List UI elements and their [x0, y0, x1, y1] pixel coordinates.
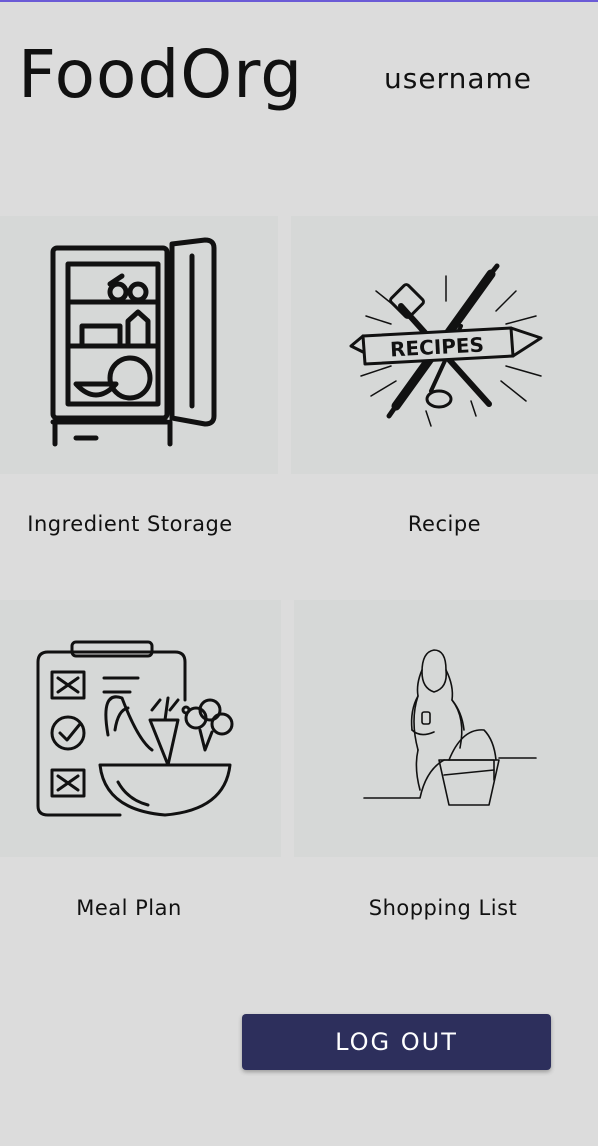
recipes-icon: RECIPES	[349, 263, 543, 427]
app-title: FoodOrg	[18, 36, 304, 113]
shopping-list-tile[interactable]	[294, 600, 598, 857]
shopping-list-label[interactable]: Shopping List	[294, 896, 592, 920]
top-accent-line	[0, 0, 598, 2]
ingredient-storage-label[interactable]: Ingredient Storage	[0, 512, 260, 536]
fridge-icon	[50, 237, 217, 447]
meal-plan-tile[interactable]	[0, 600, 281, 857]
recipes-icon-text: RECIPES	[390, 333, 485, 362]
logout-button[interactable]: LOG OUT	[242, 1014, 551, 1070]
meal-plan-label[interactable]: Meal Plan	[0, 896, 258, 920]
recipe-tile[interactable]: RECIPES	[291, 216, 598, 474]
shopping-basket-icon	[363, 649, 537, 806]
meal-plan-icon	[36, 640, 234, 817]
ingredient-storage-tile[interactable]	[0, 216, 278, 474]
recipe-label[interactable]: Recipe	[291, 512, 598, 536]
username-label[interactable]: username	[384, 62, 532, 95]
